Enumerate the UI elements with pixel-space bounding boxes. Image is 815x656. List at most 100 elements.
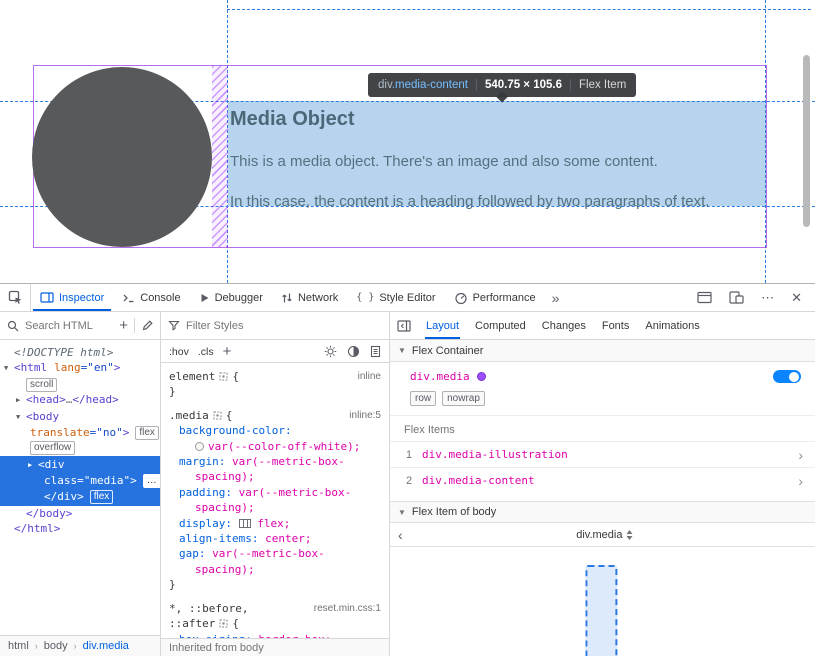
css-property[interactable]: margin: var(--metric-box-: [169, 454, 381, 469]
tab-performance[interactable]: Performance: [445, 284, 545, 311]
close-devtools-button[interactable]: ✕: [791, 290, 802, 306]
inherited-from-body-header[interactable]: Inherited from body: [161, 638, 389, 656]
flex-badge[interactable]: flex: [135, 426, 159, 440]
flex-item-row[interactable]: 2 div.media-content ›: [390, 467, 815, 493]
iframe-picker-button[interactable]: [697, 291, 712, 304]
rule-element[interactable]: element { inline: [169, 369, 381, 384]
node-body-badges: overflow: [0, 440, 160, 455]
css-property[interactable]: background-color:: [169, 423, 381, 438]
add-node-button[interactable]: +: [119, 318, 128, 333]
selector-highlighter-icon[interactable]: [219, 619, 228, 628]
filter-styles-bar: [161, 312, 389, 340]
style-editor-icon: { }: [356, 292, 374, 303]
breadcrumb-body[interactable]: body: [44, 640, 68, 652]
overlay-color-swatch[interactable]: [477, 372, 486, 381]
flex-container-section-header[interactable]: ▼ Flex Container: [390, 340, 815, 362]
tab-network[interactable]: Network: [272, 284, 347, 311]
inspected-page: Media Object This is a media object. The…: [0, 0, 815, 283]
toggle-classes-button[interactable]: .cls: [198, 346, 214, 358]
light-mode-icon[interactable]: [324, 345, 337, 358]
updown-arrows-icon: [626, 530, 633, 540]
breadcrumb-div-media[interactable]: div.media: [83, 640, 129, 652]
infobar-separator: [570, 79, 571, 91]
infobar-flex-item-label: Flex Item: [579, 79, 626, 91]
selector-highlighter-icon[interactable]: [219, 372, 228, 381]
flex-item-of-body-section-header[interactable]: ▼ Flex Item of body: [390, 501, 815, 523]
flex-item-selector-dropdown[interactable]: div.media: [576, 529, 633, 541]
css-property[interactable]: align-items: center;: [169, 531, 381, 546]
flex-container-selector[interactable]: div.media: [410, 370, 470, 383]
tab-label: Style Editor: [379, 292, 435, 304]
tab-console[interactable]: Console: [113, 284, 189, 311]
infobar-separator: [476, 79, 477, 91]
breadcrumb-separator: ›: [74, 641, 77, 651]
color-swatch[interactable]: [195, 442, 204, 451]
scheme-simulation-buttons: [324, 345, 381, 358]
infobar-dimensions: 540.75 × 105.6: [485, 79, 562, 91]
css-property[interactable]: display: flex;: [169, 516, 381, 531]
chevron-left-icon[interactable]: ‹: [398, 528, 403, 542]
rule-source-link[interactable]: inline:5: [349, 408, 381, 423]
node-body-attrs[interactable]: translate="no">flex: [0, 425, 160, 440]
node-body-close[interactable]: </body>: [0, 506, 160, 521]
css-property[interactable]: padding: var(--metric-box-: [169, 485, 381, 500]
expand-arrow-icon[interactable]: ▶: [16, 393, 26, 408]
tab-debugger[interactable]: Debugger: [190, 284, 272, 311]
flex-overlay-toggle[interactable]: [773, 370, 801, 383]
rule-media[interactable]: .media { inline:5: [169, 408, 381, 423]
selector-highlighter-icon[interactable]: [213, 411, 222, 420]
scroll-badge[interactable]: scroll: [26, 378, 57, 392]
css-property-value[interactable]: var(--color-off-white);: [169, 439, 381, 454]
tab-changes[interactable]: Changes: [541, 313, 587, 339]
collapse-sidebar-icon[interactable]: [397, 320, 411, 332]
sidebar-tabs: Layout Computed Changes Fonts Animations: [390, 312, 815, 340]
rule-reset[interactable]: *, ::before, reset.min.css:1: [169, 601, 381, 616]
selected-node-div-media[interactable]: ▶<div class="media">… </div>flex: [0, 456, 160, 506]
tab-animations[interactable]: Animations: [644, 313, 700, 339]
dark-mode-icon[interactable]: [347, 345, 360, 358]
print-simulation-icon[interactable]: [370, 345, 381, 358]
pick-element-button[interactable]: [0, 284, 31, 311]
node-doctype[interactable]: <!DOCTYPE html>: [0, 345, 160, 360]
markup-panel: + <!DOCTYPE html> ▼<htmllang="en"> scrol…: [0, 312, 161, 656]
tab-fonts[interactable]: Fonts: [601, 313, 631, 339]
search-html-input[interactable]: [25, 320, 113, 332]
tab-layout[interactable]: Layout: [425, 313, 460, 339]
toggle-pseudo-classes-button[interactable]: :hov: [169, 346, 189, 358]
node-body-open[interactable]: ▼<body: [0, 409, 160, 425]
flex-display-toggle-icon[interactable]: [239, 519, 251, 528]
add-rule-button[interactable]: +: [223, 344, 232, 359]
inline-text-ellipsis-badge[interactable]: …: [143, 474, 160, 488]
flex-direction-badges: row nowrap: [390, 386, 815, 416]
flex-badge[interactable]: flex: [90, 490, 114, 504]
close-icon: ✕: [791, 290, 802, 305]
css-property[interactable]: gap: var(--metric-box-: [169, 546, 381, 561]
breadcrumb-html[interactable]: html: [8, 640, 29, 652]
tab-label: Performance: [473, 292, 536, 304]
overflow-badge[interactable]: overflow: [30, 441, 75, 455]
expand-arrow-icon[interactable]: ▶: [28, 458, 38, 473]
expand-arrow-icon[interactable]: ▼: [16, 410, 26, 425]
responsive-design-button[interactable]: [729, 291, 744, 304]
more-tabs-button[interactable]: »: [545, 284, 567, 311]
expand-arrow-icon[interactable]: ▼: [4, 361, 14, 376]
eyedropper-icon[interactable]: [141, 320, 153, 332]
page-scrollbar-thumb[interactable]: [803, 55, 810, 227]
tab-style-editor[interactable]: { } Style Editor: [347, 284, 444, 311]
tab-computed[interactable]: Computed: [474, 313, 527, 339]
tab-inspector[interactable]: Inspector: [31, 284, 113, 311]
debugger-icon: [199, 292, 210, 304]
node-html-close[interactable]: </html>: [0, 521, 160, 536]
rule-source-link[interactable]: inline: [358, 369, 381, 384]
node-head[interactable]: ▶<head>…</head>: [0, 392, 160, 408]
markup-tree: <!DOCTYPE html> ▼<htmllang="en"> scroll …: [0, 341, 160, 635]
meatball-menu-icon: ⋯: [761, 290, 774, 305]
tab-label: Debugger: [215, 292, 263, 304]
flex-item-row[interactable]: 1 div.media-illustration ›: [390, 441, 815, 467]
media-illustration-circle: [32, 67, 212, 247]
rule-source-link[interactable]: reset.min.css:1: [314, 601, 381, 616]
node-html-badges: scroll: [0, 377, 160, 392]
devtools-menu-button[interactable]: ⋯: [761, 290, 774, 306]
node-html-open[interactable]: ▼<htmllang="en">: [0, 360, 160, 376]
filter-styles-input[interactable]: [186, 320, 382, 332]
